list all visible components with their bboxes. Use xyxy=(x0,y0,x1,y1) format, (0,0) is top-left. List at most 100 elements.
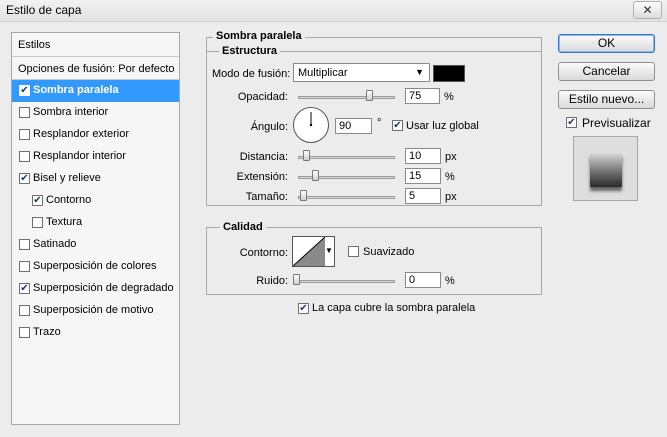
angle-value: 90 xyxy=(339,120,352,132)
style-item-label: Satinado xyxy=(33,238,77,250)
opacity-slider-track[interactable] xyxy=(298,96,395,99)
preview-checkbox[interactable]: ✔ xyxy=(566,117,577,128)
spread-value: 15 xyxy=(409,170,422,182)
global-light-checkbox[interactable]: ✔ xyxy=(392,120,403,131)
noise-label: Ruido: xyxy=(256,275,288,287)
blending-options-item[interactable]: Opciones de fusión: Por defecto xyxy=(12,58,179,80)
blend-mode-label: Modo de fusión: xyxy=(212,68,291,80)
blend-mode-select[interactable]: Multiplicar ▼ xyxy=(293,63,430,82)
angle-label: Ángulo: xyxy=(250,121,288,133)
style-item[interactable]: Resplandor interior xyxy=(12,146,179,168)
style-item-label: Sombra interior xyxy=(33,106,109,118)
preview-label[interactable]: Previsualizar xyxy=(582,116,651,130)
blending-options-label: Opciones de fusión: Por defecto xyxy=(18,63,175,75)
new-style-button-label: Estilo nuevo... xyxy=(568,92,645,106)
style-item[interactable]: Superposición de colores xyxy=(12,256,179,278)
cancel-button-label: Cancelar xyxy=(582,64,631,78)
style-item-checkbox[interactable]: ✔ xyxy=(32,195,43,206)
style-item-checkbox[interactable]: ✔ xyxy=(19,85,30,96)
noise-value: 0 xyxy=(409,274,416,286)
style-item-checkbox[interactable] xyxy=(32,217,43,228)
opacity-label: Opacidad: xyxy=(237,91,288,103)
chevron-down-icon: ▼ xyxy=(325,246,333,255)
distance-input[interactable]: 10 xyxy=(405,148,441,164)
ok-button-label: OK xyxy=(597,36,616,50)
styles-list: Estilos Opciones de fusión: Por defecto … xyxy=(11,32,180,425)
style-preview-thumbnail xyxy=(573,136,638,201)
quality-title: Calidad xyxy=(220,221,266,233)
spread-slider-thumb[interactable] xyxy=(311,170,319,181)
drop-shadow-title: Sombra paralela xyxy=(213,30,305,42)
title-bar: Estilo de capa ✕ xyxy=(0,0,667,22)
new-style-button[interactable]: Estilo nuevo... xyxy=(558,90,655,109)
style-item-label: Resplandor exterior xyxy=(33,128,129,140)
knockout-label[interactable]: La capa cubre la sombra paralela xyxy=(312,302,475,314)
style-item-checkbox[interactable] xyxy=(19,327,30,338)
size-label: Tamaño: xyxy=(245,191,288,203)
style-item[interactable]: Resplandor exterior xyxy=(12,124,179,146)
size-slider-track[interactable] xyxy=(298,196,395,199)
style-item[interactable]: Textura xyxy=(12,212,179,234)
distance-value: 10 xyxy=(409,150,422,162)
angle-dial[interactable] xyxy=(293,107,329,143)
opacity-unit: % xyxy=(444,91,454,103)
close-button[interactable]: ✕ xyxy=(633,1,662,19)
anti-alias-checkbox[interactable] xyxy=(348,246,359,257)
style-item-checkbox[interactable] xyxy=(19,129,30,140)
noise-slider-thumb[interactable] xyxy=(293,274,300,285)
spread-input[interactable]: 15 xyxy=(405,168,441,184)
style-item[interactable]: Satinado xyxy=(12,234,179,256)
style-item-checkbox[interactable] xyxy=(19,151,30,162)
opacity-slider-thumb[interactable] xyxy=(365,90,373,101)
style-item[interactable]: ✔ Bisel y relieve xyxy=(12,168,179,190)
anti-alias-label[interactable]: Suavizado xyxy=(363,246,414,258)
opacity-value: 75 xyxy=(409,90,422,102)
style-item[interactable]: Sombra interior xyxy=(12,102,179,124)
noise-unit: % xyxy=(445,275,455,287)
noise-slider-track[interactable] xyxy=(293,280,395,283)
opacity-input[interactable]: 75 xyxy=(405,88,440,104)
style-item-label: Textura xyxy=(46,216,83,228)
size-slider-thumb[interactable] xyxy=(299,190,307,201)
distance-slider-track[interactable] xyxy=(298,156,395,159)
contour-label: Contorno: xyxy=(239,247,288,259)
style-item[interactable]: ✔ Superposición de degradado xyxy=(12,278,179,300)
knockout-checkbox[interactable]: ✔ xyxy=(298,303,309,314)
style-item-label: Superposición de degradado xyxy=(33,282,174,294)
preview-swatch xyxy=(590,153,622,187)
style-item[interactable]: ✔ Contorno xyxy=(12,190,179,212)
style-item[interactable]: Superposición de motivo xyxy=(12,300,179,322)
distance-slider-thumb[interactable] xyxy=(302,150,310,161)
style-item[interactable]: Trazo xyxy=(12,322,179,344)
spread-label: Extensión: xyxy=(236,171,288,183)
ok-button[interactable]: OK xyxy=(558,34,655,53)
style-item-checkbox[interactable]: ✔ xyxy=(19,283,30,294)
cancel-button[interactable]: Cancelar xyxy=(558,62,655,81)
style-item-checkbox[interactable] xyxy=(19,305,30,316)
size-input[interactable]: 5 xyxy=(405,188,441,204)
style-item-checkbox[interactable] xyxy=(19,107,30,118)
styles-header[interactable]: Estilos xyxy=(12,33,179,57)
size-unit: px xyxy=(445,191,457,203)
style-item-checkbox[interactable] xyxy=(19,261,30,272)
distance-unit: px xyxy=(445,151,457,163)
contour-curve-icon xyxy=(293,237,325,266)
global-light-label[interactable]: Usar luz global xyxy=(406,120,479,132)
chevron-down-icon: ▼ xyxy=(415,67,424,77)
angle-input[interactable]: 90 xyxy=(335,118,372,134)
style-item[interactable]: ✔ Sombra paralela xyxy=(12,80,179,102)
noise-input[interactable]: 0 xyxy=(405,272,441,288)
styles-header-label: Estilos xyxy=(18,39,51,51)
style-item-label: Superposición de colores xyxy=(33,260,157,272)
distance-label: Distancia: xyxy=(239,151,288,163)
style-item-checkbox[interactable] xyxy=(19,239,30,250)
shadow-color-swatch[interactable] xyxy=(433,65,465,82)
angle-needle-icon xyxy=(309,112,313,127)
style-item-label: Trazo xyxy=(33,326,61,338)
structure-title: Estructura xyxy=(219,45,281,57)
style-item-checkbox[interactable]: ✔ xyxy=(19,173,30,184)
spread-unit: % xyxy=(445,171,455,183)
contour-picker[interactable]: ▼ xyxy=(292,236,335,267)
style-item-label: Contorno xyxy=(46,194,92,206)
blend-mode-value: Multiplicar xyxy=(298,67,348,79)
